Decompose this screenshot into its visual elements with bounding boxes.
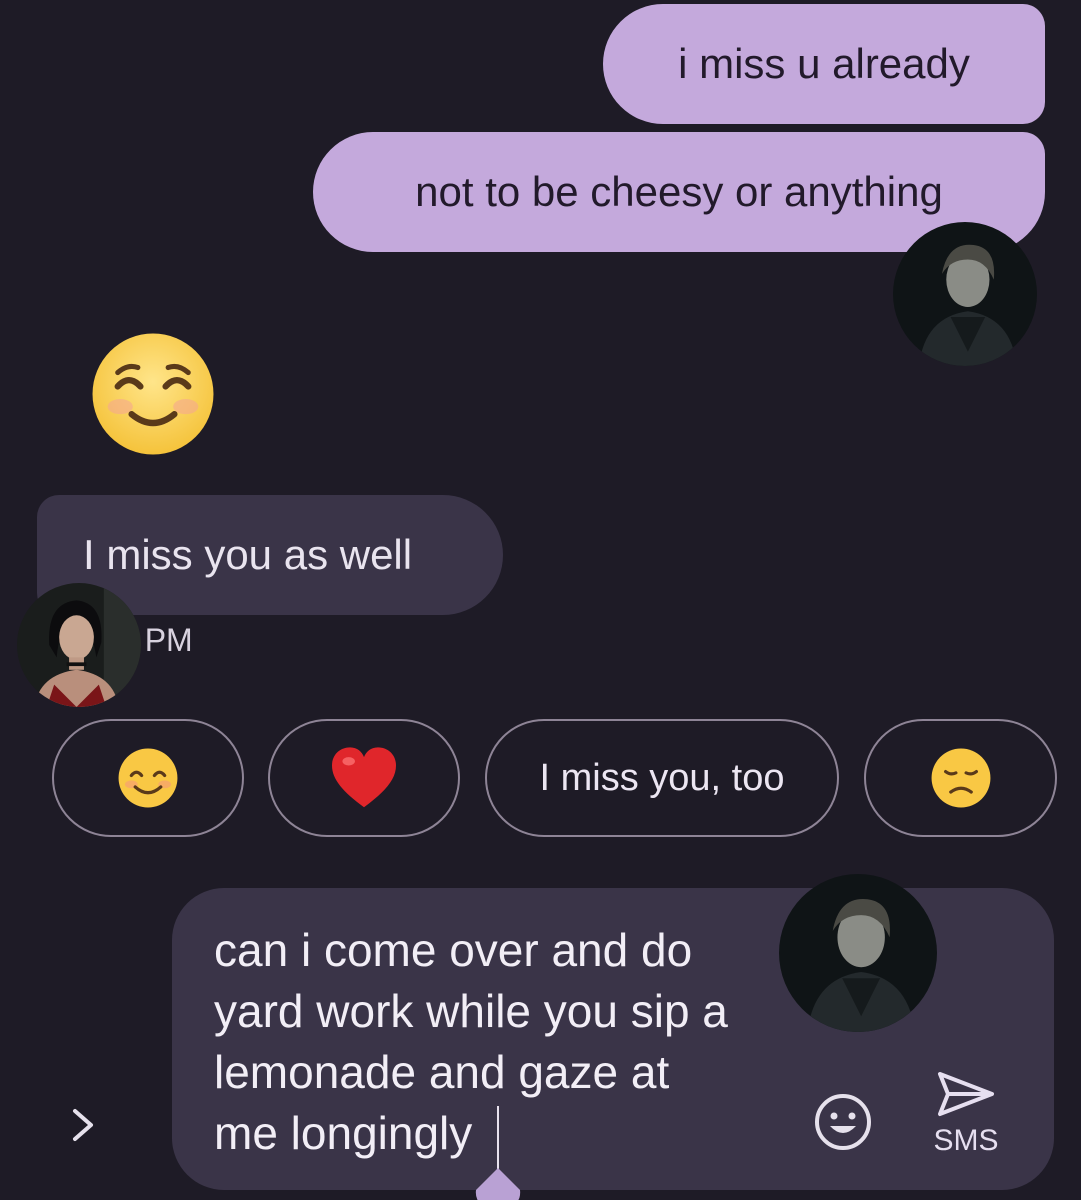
message-text: not to be cheesy or anything — [415, 168, 943, 215]
smart-reply-chip[interactable] — [52, 719, 244, 837]
message-text: i miss u already — [678, 40, 970, 87]
smiling-face-emoji-icon — [118, 748, 178, 808]
smart-reply-chip[interactable]: I miss you, too — [485, 719, 839, 837]
contact-avatar-self[interactable] — [893, 222, 1037, 366]
message-text: I miss you as well — [83, 531, 413, 578]
contact-avatar[interactable] — [17, 583, 141, 707]
sad-face-emoji-icon — [931, 748, 990, 808]
emoji-picker-icon[interactable] — [813, 1092, 873, 1152]
text-cursor — [497, 1106, 499, 1170]
send-label: SMS — [933, 1124, 999, 1157]
message-input[interactable]: can i come over and do yard work while y… — [214, 920, 774, 1164]
chevron-right-icon — [73, 1109, 93, 1141]
smart-reply-chip[interactable] — [864, 719, 1057, 837]
contact-avatar-self[interactable] — [779, 874, 937, 1032]
expand-options-button[interactable] — [60, 1102, 106, 1148]
conversation-screen: i miss u already not to be cheesy or any… — [0, 0, 1081, 1200]
red-heart-emoji-icon — [332, 747, 396, 808]
cursor-handle[interactable] — [470, 1168, 526, 1200]
avatar-image — [779, 874, 937, 1032]
avatar-image — [893, 222, 1037, 366]
smart-reply-label: I miss you, too — [539, 756, 785, 799]
send-icon — [938, 1072, 994, 1116]
outgoing-message[interactable]: i miss u already — [603, 4, 1045, 124]
smiling-face-emoji-icon[interactable] — [88, 331, 218, 457]
avatar-image — [17, 583, 141, 707]
send-button[interactable]: SMS — [924, 1070, 1008, 1170]
smart-reply-chip[interactable] — [268, 719, 460, 837]
